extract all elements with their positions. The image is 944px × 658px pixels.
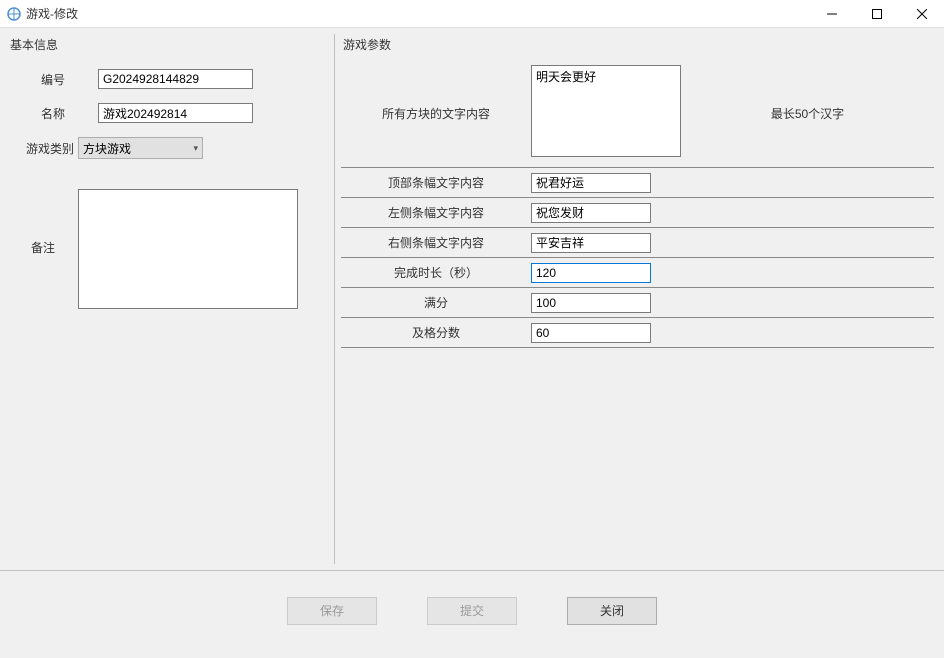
category-row: 游戏类别 方块游戏 ▾	[8, 137, 326, 159]
top-banner-label: 顶部条幅文字内容	[341, 174, 531, 191]
top-banner-row: 顶部条幅文字内容	[341, 168, 934, 198]
app-icon	[6, 6, 22, 22]
name-input[interactable]	[98, 103, 253, 123]
name-label: 名称	[8, 105, 98, 122]
category-select[interactable]: 方块游戏 ▾	[78, 137, 203, 159]
id-input[interactable]	[98, 69, 253, 89]
remarks-row: 备注	[8, 189, 326, 309]
category-label: 游戏类别	[8, 140, 78, 157]
basic-info-panel: 基本信息 编号 名称 游戏类别 方块游戏 ▾ 备注	[2, 30, 334, 568]
close-button[interactable]: 关闭	[567, 597, 657, 625]
basic-info-legend: 基本信息	[8, 36, 326, 53]
content-area: 基本信息 编号 名称 游戏类别 方块游戏 ▾ 备注	[0, 28, 944, 570]
pass-score-input[interactable]	[531, 323, 651, 343]
all-blocks-label: 所有方块的文字内容	[341, 65, 531, 122]
right-banner-label: 右侧条幅文字内容	[341, 234, 531, 251]
full-score-row: 满分	[341, 288, 934, 318]
name-row: 名称	[8, 103, 326, 123]
window-title: 游戏-修改	[26, 5, 78, 22]
game-params-legend: 游戏参数	[341, 36, 934, 53]
titlebar: 游戏-修改	[0, 0, 944, 28]
pass-score-label: 及格分数	[341, 324, 531, 341]
id-label: 编号	[8, 71, 98, 88]
game-params-panel: 游戏参数 所有方块的文字内容 最长50个汉字 顶部条幅文字内容 左侧条幅文字内容…	[335, 30, 942, 568]
pass-score-row: 及格分数	[341, 318, 934, 348]
window-controls	[809, 0, 944, 28]
max-chars-note: 最长50个汉字	[681, 65, 934, 122]
left-banner-label: 左侧条幅文字内容	[341, 204, 531, 221]
close-window-button[interactable]	[899, 0, 944, 28]
submit-button[interactable]: 提交	[427, 597, 517, 625]
remarks-label: 备注	[8, 189, 78, 256]
right-banner-row: 右侧条幅文字内容	[341, 228, 934, 258]
duration-row: 完成时长（秒）	[341, 258, 934, 288]
id-row: 编号	[8, 69, 326, 89]
duration-input[interactable]	[531, 263, 651, 283]
minimize-button[interactable]	[809, 0, 854, 28]
remarks-input[interactable]	[78, 189, 298, 309]
full-score-input[interactable]	[531, 293, 651, 313]
titlebar-left: 游戏-修改	[6, 5, 78, 22]
duration-label: 完成时长（秒）	[341, 264, 531, 281]
full-score-label: 满分	[341, 294, 531, 311]
top-banner-input[interactable]	[531, 173, 651, 193]
chevron-down-icon: ▾	[193, 143, 198, 154]
all-blocks-row: 所有方块的文字内容 最长50个汉字	[341, 55, 934, 168]
all-blocks-input[interactable]	[531, 65, 681, 157]
left-banner-row: 左侧条幅文字内容	[341, 198, 934, 228]
save-button[interactable]: 保存	[287, 597, 377, 625]
right-banner-input[interactable]	[531, 233, 651, 253]
category-value: 方块游戏	[83, 140, 131, 157]
left-banner-input[interactable]	[531, 203, 651, 223]
maximize-button[interactable]	[854, 0, 899, 28]
bottom-bar: 保存 提交 关闭	[0, 570, 944, 650]
